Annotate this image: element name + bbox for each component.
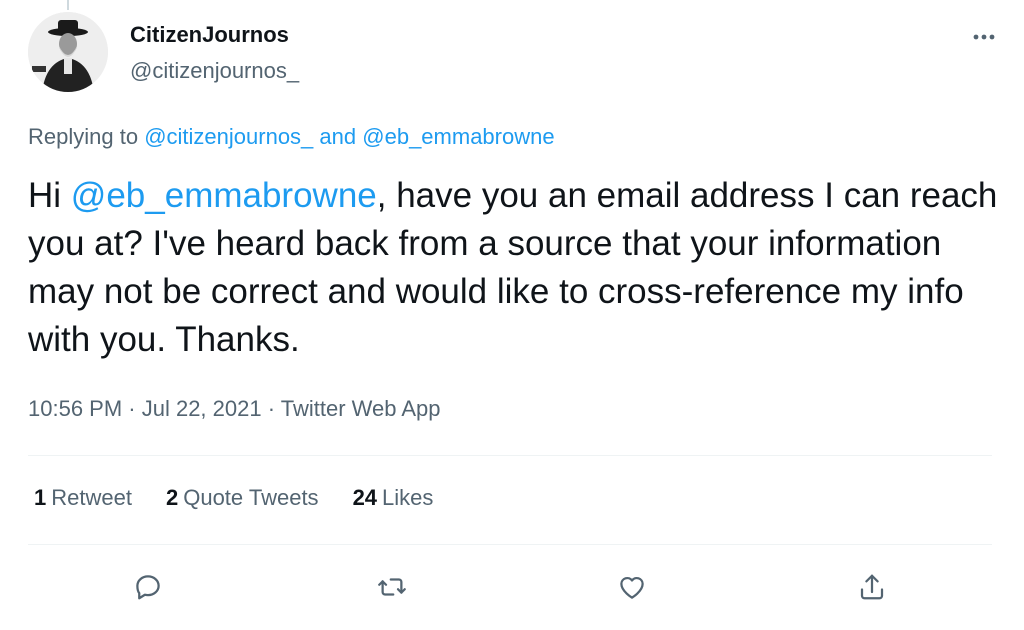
like-icon: [620, 576, 644, 599]
replying-to: Replying to @citizenjournos_ and @eb_emm…: [28, 124, 555, 150]
retweets-stat[interactable]: 1 Retweet: [34, 485, 132, 511]
tweet-stats: 1 Retweet 2 Quote Tweets 24 Likes: [34, 485, 433, 511]
likes-stat[interactable]: 24 Likes: [353, 485, 434, 511]
retweets-count: 1: [34, 485, 47, 510]
quotes-count: 2: [165, 485, 179, 510]
author-name[interactable]: CitizenJournos: [130, 22, 289, 48]
like-button[interactable]: [610, 565, 654, 609]
tweet-greeting: Hi: [28, 176, 62, 215]
tweet-header: CitizenJournos @citizenjournos_: [28, 12, 1004, 102]
divider-bottom: [28, 544, 992, 545]
tweet-timestamp[interactable]: 10:56 PM · Jul 22, 2021 · Twitter Web Ap…: [28, 396, 441, 422]
action-bar: [28, 565, 992, 609]
replying-mention-1[interactable]: @citizenjournos_: [144, 124, 313, 149]
replying-conjunction: and: [319, 124, 357, 149]
quotes-label: Quote Tweets: [183, 485, 319, 510]
thread-connector-line: [67, 0, 69, 10]
reply-button[interactable]: [126, 565, 170, 609]
retweet-button[interactable]: [370, 565, 414, 609]
likes-label: Likes: [382, 485, 434, 510]
author-handle[interactable]: @citizenjournos_: [130, 58, 299, 84]
retweets-label: Retweet: [51, 485, 132, 510]
replying-mention-2[interactable]: @eb_emmabrowne: [362, 124, 554, 149]
divider-top: [28, 455, 992, 456]
avatar-image: [28, 12, 108, 92]
reply-icon: [136, 575, 160, 600]
share-button[interactable]: [850, 565, 894, 609]
avatar[interactable]: [28, 12, 108, 92]
share-icon: [860, 574, 884, 600]
replying-prefix: Replying to: [28, 124, 139, 149]
likes-count: 24: [352, 485, 378, 510]
more-button[interactable]: [964, 20, 1004, 54]
tweet-mention[interactable]: @eb_emmabrowne: [71, 176, 377, 215]
quotes-stat[interactable]: 2 Quote Tweets: [166, 485, 319, 511]
retweet-icon: [378, 578, 406, 596]
tweet-text: Hi @eb_emmabrowne, have you an email add…: [28, 172, 998, 364]
more-icon: [973, 34, 995, 40]
